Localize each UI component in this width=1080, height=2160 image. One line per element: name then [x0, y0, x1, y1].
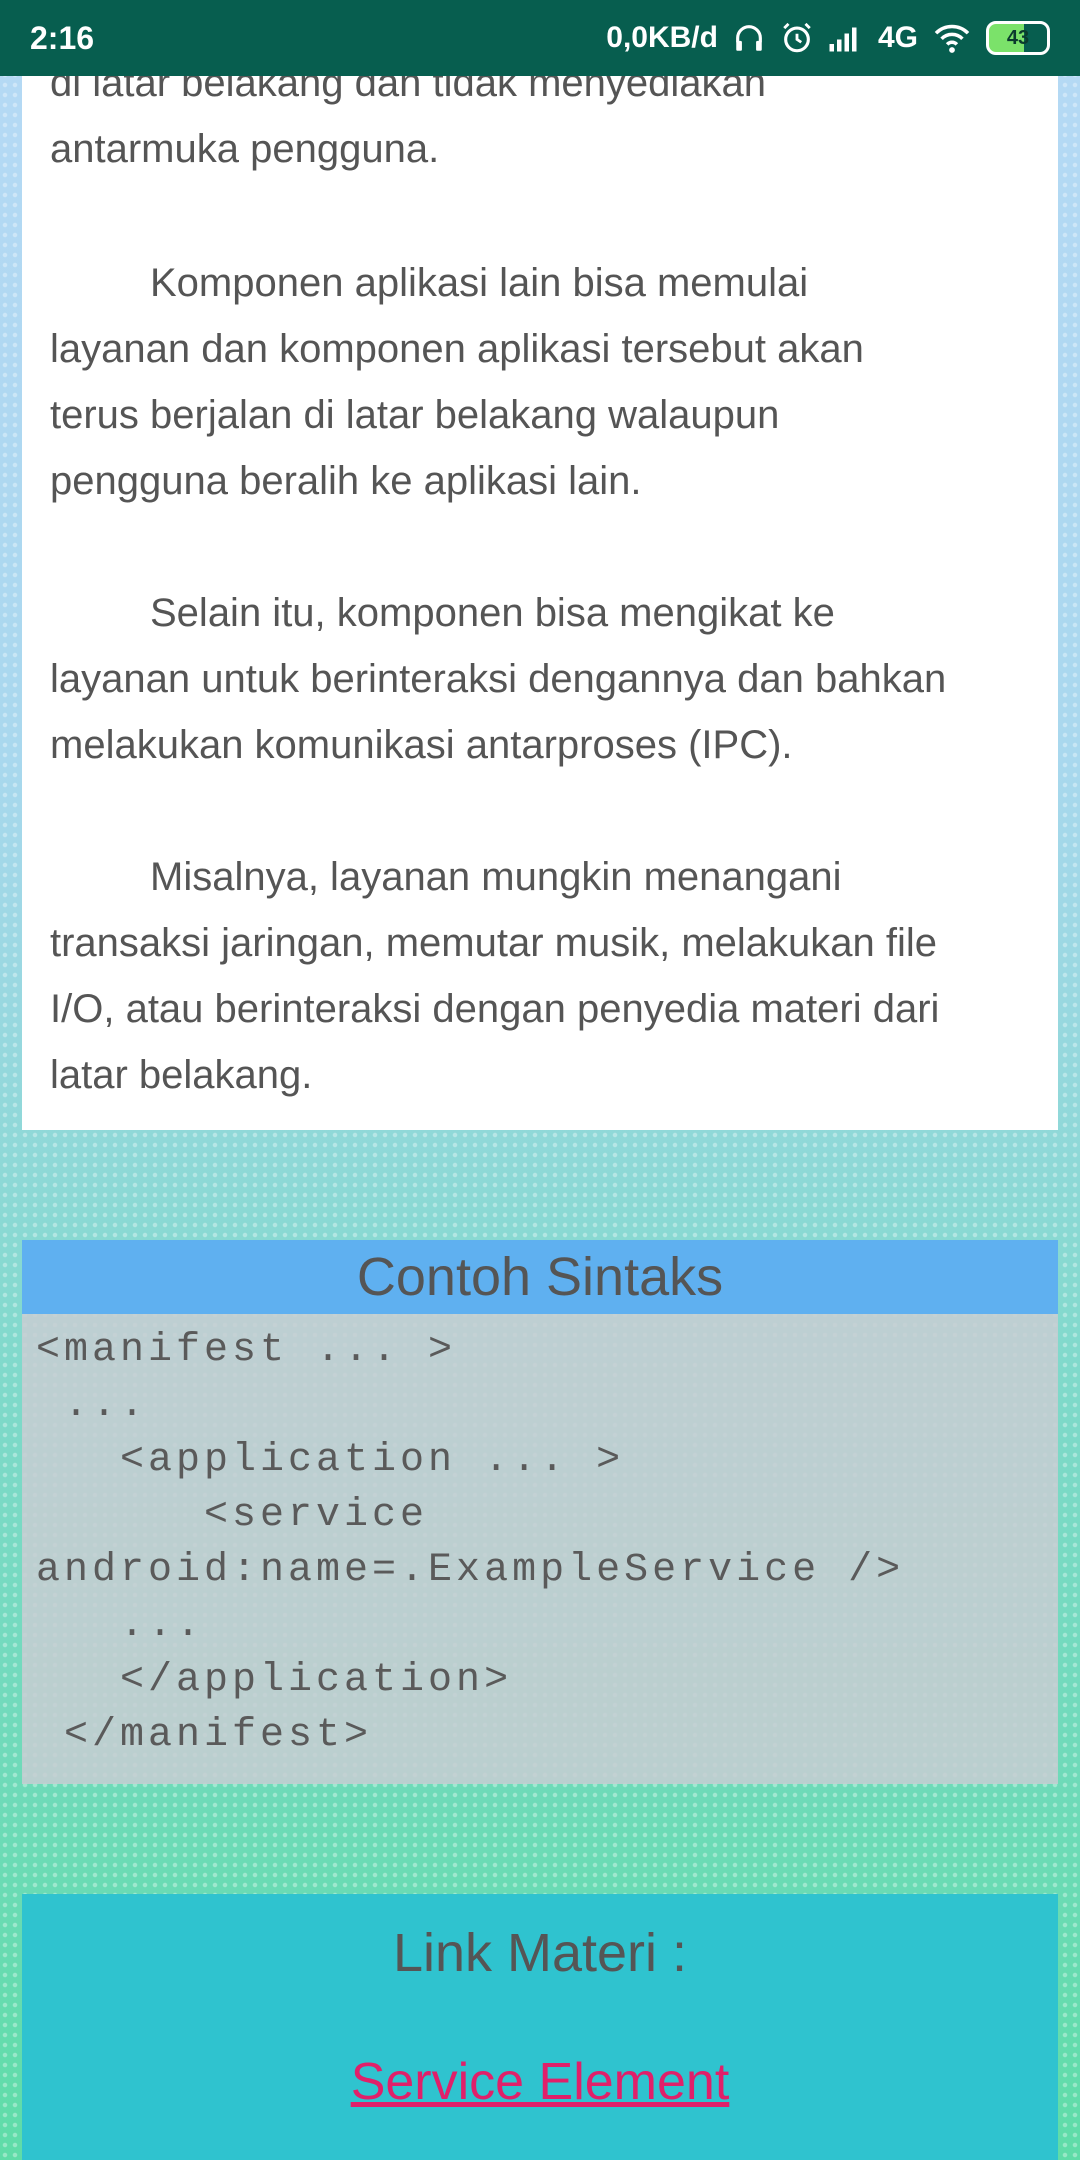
- code-line: <manifest ... >: [36, 1328, 457, 1373]
- network-speed: 0,0KB/d: [606, 21, 718, 54]
- paragraph-4: Misalnya, layanan mungkin menangani tran…: [50, 844, 1050, 1108]
- battery-icon: 43: [986, 21, 1050, 55]
- code-line: ...: [36, 1603, 205, 1648]
- code-line: <service: [36, 1493, 429, 1538]
- signal-icon: [828, 23, 864, 53]
- status-time: 2:16: [30, 19, 95, 56]
- paragraph-line: Misalnya, layanan mungkin menangani: [150, 855, 842, 899]
- paragraph-3: Selain itu, komponen bisa mengikat ke la…: [50, 580, 1050, 778]
- status-bar: 2:16 0,0KB/d 4G 43: [0, 0, 1080, 76]
- code-line: android:name=.ExampleService />: [36, 1548, 905, 1593]
- paragraph-2: Komponen aplikasi lain bisa memulai laya…: [50, 250, 1050, 514]
- paragraph-line: antarmuka pengguna.: [50, 127, 440, 171]
- paragraph-line: melakukan komunikasi antarproses (IPC).: [50, 723, 793, 767]
- syntax-title: Contoh Sintaks: [22, 1240, 1058, 1314]
- network-type: 4G: [877, 21, 918, 54]
- link-section: Link Materi : Service Element: [22, 1894, 1058, 2160]
- paragraph-line: Selain itu, komponen bisa mengikat ke: [150, 591, 835, 635]
- code-block: <manifest ... > ... <application ... > <…: [22, 1314, 1058, 1784]
- paragraph-line: Komponen aplikasi lain bisa memulai: [150, 261, 809, 305]
- link-section-title: Link Materi :: [392, 1923, 688, 1983]
- service-element-link[interactable]: Service Element: [22, 2052, 1058, 2112]
- code-line: ...: [36, 1383, 149, 1428]
- article-card: di latar belakang dan tidak menyediakan …: [22, 0, 1058, 1130]
- alarm-icon: [780, 21, 814, 55]
- paragraph-line: I/O, atau berinteraksi dengan penyedia m…: [50, 987, 940, 1031]
- code-line: </manifest>: [36, 1713, 373, 1758]
- paragraph-line: layanan untuk berinteraksi dengannya dan…: [50, 657, 947, 701]
- paragraph-line: terus berjalan di latar belakang walaupu…: [50, 393, 780, 437]
- battery-level: 43: [1006, 26, 1030, 49]
- headphones-icon: [732, 21, 766, 55]
- paragraph-line: pengguna beralih ke aplikasi lain.: [50, 459, 642, 503]
- paragraph-line: transaksi jaringan, memutar musik, melak…: [50, 921, 938, 965]
- paragraph-line: latar belakang.: [50, 1053, 313, 1097]
- wifi-icon: [932, 22, 972, 54]
- status-icons: 0,0KB/d 4G 43: [606, 21, 1050, 55]
- code-line: </application>: [36, 1658, 513, 1703]
- paragraph-line: layanan dan komponen aplikasi tersebut a…: [50, 327, 864, 371]
- code-line: <application ... >: [36, 1438, 625, 1483]
